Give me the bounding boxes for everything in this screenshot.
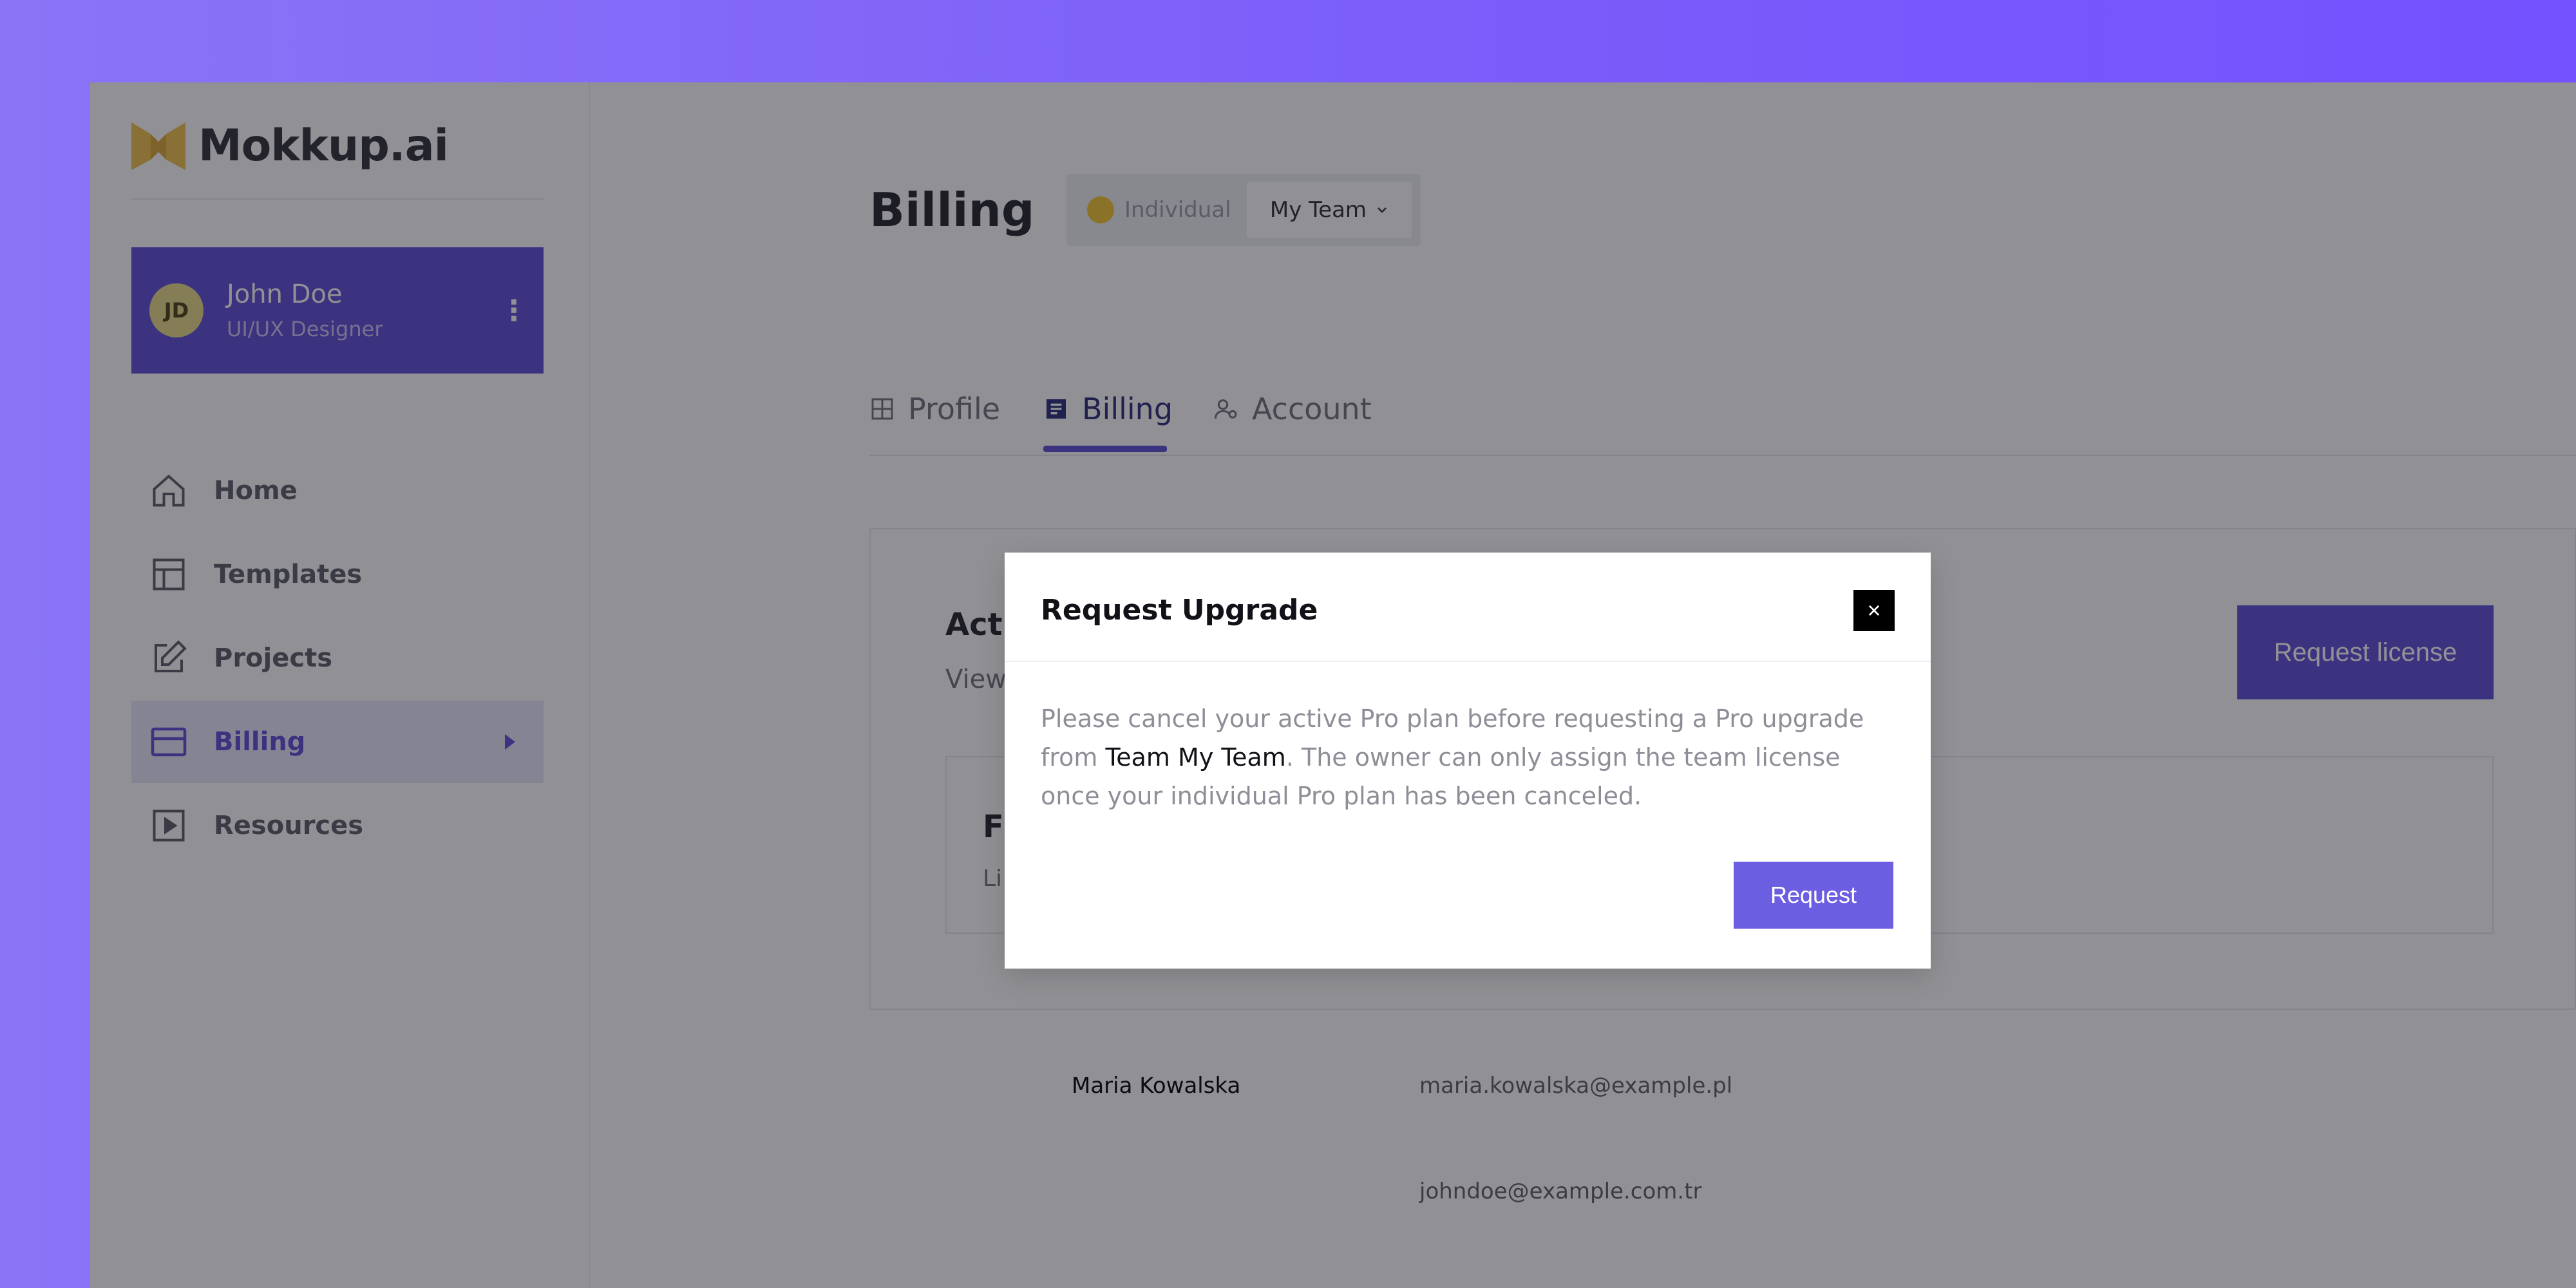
page-title: Billing (869, 183, 1035, 237)
layout-icon (153, 558, 185, 591)
chevron-down-icon (1378, 207, 1387, 213)
sidebar-item-label: Resources (214, 811, 364, 840)
close-icon: × (1867, 597, 1881, 623)
brand-name: Mokkup.ai (198, 120, 449, 171)
crown-icon (1087, 196, 1114, 223)
sidebar-item-label: Templates (214, 560, 363, 589)
request-license-button[interactable]: Request license (2237, 605, 2494, 699)
user-card[interactable]: JD John Doe UI/UX Designer ⋮ (131, 247, 544, 374)
tab-label: Billing (1082, 392, 1173, 426)
layout-icon (871, 398, 893, 420)
users-icon (1214, 399, 1237, 419)
sidebar-item-home[interactable]: Home (131, 450, 544, 532)
plan-card-title: F (983, 809, 1004, 845)
sidebar-nav: Home Templates Projects Billing Resource… (131, 450, 544, 868)
modal-message: Please cancel your active Pro plan befor… (1041, 699, 1897, 815)
sidebar-item-billing[interactable]: Billing (131, 701, 544, 783)
document-icon (1046, 399, 1066, 419)
sidebar: Mokkup.ai JD John Doe UI/UX Designer ⋮ H… (90, 82, 590, 1288)
caret-right-icon (505, 734, 515, 750)
avatar: JD (149, 283, 204, 337)
sidebar-item-templates[interactable]: Templates (131, 533, 544, 616)
member-email: maria.kowalska@example.pl (1419, 1073, 1733, 1099)
sidebar-item-label: Home (214, 476, 298, 506)
plan-card-subtitle: Li (983, 866, 1003, 892)
switcher-team-label: My Team (1269, 197, 1367, 223)
tab-bar: Profile Billing Account (869, 372, 2576, 456)
modal-title: Request Upgrade (1041, 594, 1318, 627)
sidebar-divider (131, 198, 544, 200)
tab-billing[interactable]: Billing (1043, 392, 1173, 426)
user-role: UI/UX Designer (227, 317, 383, 341)
edit-icon (155, 640, 187, 672)
plan-switcher: Individual My Team (1066, 174, 1421, 246)
modal-header: Request Upgrade × (1005, 553, 1931, 662)
switcher-team-dropdown[interactable]: My Team (1247, 182, 1412, 238)
credit-card-icon (151, 727, 187, 757)
request-upgrade-modal: Request Upgrade × Please cancel your act… (1005, 553, 1931, 969)
brand-logo[interactable]: Mokkup.ai (131, 116, 449, 175)
play-square-icon (153, 810, 185, 842)
close-button[interactable]: × (1853, 590, 1895, 631)
tab-account[interactable]: Account (1213, 392, 1372, 426)
team-name: Team My Team (1105, 743, 1286, 772)
member-name: Maria Kowalska (1072, 1073, 1241, 1099)
tab-profile[interactable]: Profile (869, 392, 1000, 426)
sidebar-item-label: Billing (214, 727, 306, 757)
more-vertical-icon[interactable]: ⋮ (500, 294, 528, 327)
mokkup-logo-icon (131, 122, 185, 170)
panel-subtitle: View (945, 665, 1007, 694)
sidebar-item-resources[interactable]: Resources (131, 784, 544, 867)
user-name: John Doe (227, 279, 343, 309)
home-icon (153, 474, 185, 507)
switcher-individual-label: Individual (1124, 197, 1231, 223)
tab-label: Profile (908, 392, 1001, 426)
request-button[interactable]: Request (1734, 862, 1893, 929)
active-tab-indicator (1043, 446, 1167, 452)
switcher-individual[interactable]: Individual (1074, 196, 1247, 223)
sidebar-item-projects[interactable]: Projects (131, 617, 544, 699)
sidebar-item-label: Projects (214, 643, 333, 673)
member-email: johndoe@example.com.tr (1419, 1179, 1702, 1204)
tab-label: Account (1252, 392, 1372, 426)
